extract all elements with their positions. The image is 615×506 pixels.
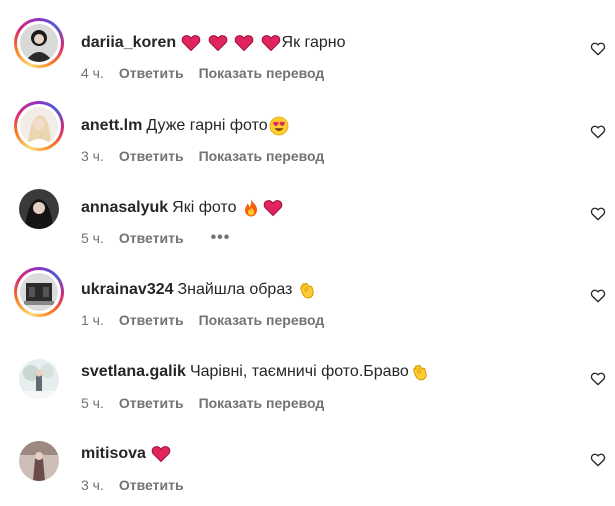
comment-username[interactable]: svetlana.galik — [81, 362, 186, 382]
like-heart-icon[interactable] — [590, 41, 606, 57]
comment-body: Дуже гарні фото — [146, 117, 268, 134]
avatar[interactable] — [19, 359, 59, 399]
avatar-image — [19, 189, 59, 229]
avatar[interactable] — [14, 18, 64, 68]
comment-item: ukrainav324 Знайшла образ 1 ч. Ответить … — [0, 248, 615, 330]
comment-meta: 3 ч. Ответить — [81, 476, 199, 494]
like-heart-icon[interactable] — [590, 452, 606, 468]
red-heart-icon — [234, 35, 254, 52]
comment-meta: 1 ч. Ответить Показать перевод — [81, 311, 324, 329]
comment-text-line: dariia_koren Як гарно — [81, 33, 346, 53]
comment-text-line: anett.lm Дуже гарні фото — [81, 116, 290, 136]
red-heart-icon — [208, 35, 227, 52]
avatar-image — [19, 441, 59, 481]
comment-time[interactable]: 3 ч. — [81, 147, 104, 165]
show-translation-button[interactable]: Показать перевод — [199, 311, 325, 329]
comment-time[interactable]: 5 ч. — [81, 394, 104, 412]
show-translation-button[interactable]: Показать перевод — [199, 394, 325, 412]
clapping-hands-emoji-icon — [413, 364, 427, 381]
comment-meta: 4 ч. Ответить Показать перевод — [81, 64, 324, 82]
comment-body: Як гарно — [281, 34, 346, 52]
comment-time[interactable]: 1 ч. — [81, 311, 104, 329]
reply-button[interactable]: Ответить — [119, 311, 184, 329]
like-heart-icon[interactable] — [590, 371, 606, 387]
show-translation-button[interactable]: Показать перевод — [199, 64, 325, 82]
reply-button[interactable]: Ответить — [119, 147, 184, 165]
show-translation-button[interactable]: Показать перевод — [199, 147, 325, 165]
comment-time[interactable]: 3 ч. — [81, 476, 104, 494]
avatar-image — [20, 273, 58, 311]
red-heart-icon — [264, 200, 283, 217]
comment-item: dariia_koren Як гарно 4 ч. Ответить Пока… — [0, 0, 615, 82]
comment-body: Які фото — [172, 199, 237, 216]
comment-item: svetlana.galik Чарівні, таємничі фото.Бр… — [0, 331, 615, 413]
comment-meta: 5 ч. Ответить Показать перевод — [81, 394, 324, 412]
clapping-hands-emoji-icon — [300, 282, 315, 299]
comment-item: anett.lm Дуже гарні фото 3 ч. Ответить П… — [0, 83, 615, 165]
reply-button[interactable]: Ответить — [119, 229, 184, 247]
reply-button[interactable]: Ответить — [119, 64, 184, 82]
emoji-group — [180, 33, 281, 53]
comment-text-line: annasalyuk Які фото — [81, 198, 284, 218]
reply-button[interactable]: Ответить — [119, 476, 184, 494]
heart-eyes-emoji-icon — [269, 116, 289, 136]
red-heart-icon — [151, 446, 171, 463]
like-heart-icon[interactable] — [590, 288, 606, 304]
comment-body: Чарівні, таємничі фото.Браво — [189, 363, 409, 380]
avatar-image — [19, 359, 59, 399]
comment-time[interactable]: 5 ч. — [81, 229, 104, 247]
comment-username[interactable]: dariia_koren — [81, 33, 176, 53]
avatar[interactable] — [19, 189, 59, 229]
avatar-image — [20, 24, 58, 62]
comment-time[interactable]: 4 ч. — [81, 64, 104, 82]
comment-body: Знайшла образ — [177, 281, 293, 298]
comment-text-line: ukrainav324 Знайшла образ — [81, 280, 318, 300]
comment-item: mitisova 3 ч. Ответить — [0, 414, 615, 496]
fire-emoji-icon — [245, 199, 258, 217]
avatar-image — [20, 107, 58, 145]
reply-button[interactable]: Ответить — [119, 394, 184, 412]
comment-text-line: mitisova — [81, 444, 172, 464]
avatar[interactable] — [19, 441, 59, 481]
comment-username[interactable]: mitisova — [81, 444, 146, 464]
avatar[interactable] — [14, 101, 64, 151]
comment-meta: 3 ч. Ответить Показать перевод — [81, 147, 324, 165]
avatar[interactable] — [14, 267, 64, 317]
like-heart-icon[interactable] — [590, 206, 606, 222]
comment-text-line: svetlana.galik Чарівні, таємничі фото.Бр… — [81, 362, 431, 382]
red-heart-icon — [181, 35, 201, 52]
like-heart-icon[interactable] — [590, 124, 606, 140]
comment-username[interactable]: anett.lm — [81, 116, 142, 136]
comment-item: annasalyuk Які фото 5 ч. Ответить ••• — [0, 166, 615, 248]
comment-meta: 5 ч. Ответить ••• — [81, 229, 230, 247]
comment-username[interactable]: ukrainav324 — [81, 280, 174, 300]
red-heart-icon — [261, 35, 280, 52]
comment-username[interactable]: annasalyuk — [81, 198, 168, 218]
more-options-button[interactable]: ••• — [211, 229, 231, 247]
